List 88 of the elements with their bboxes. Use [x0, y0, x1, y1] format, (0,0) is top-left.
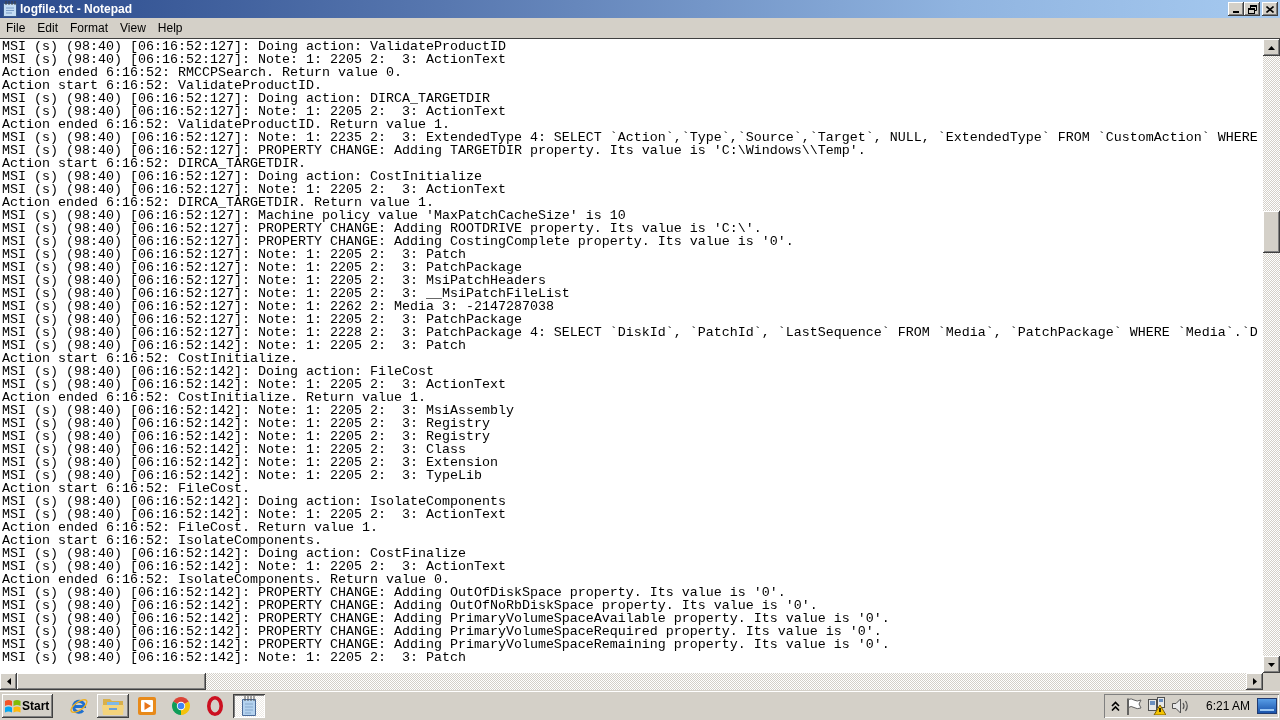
- start-button[interactable]: Start: [2, 694, 53, 718]
- left-arrow-icon: [6, 678, 11, 685]
- minimize-icon: [1233, 11, 1239, 13]
- restore-icon: [1247, 4, 1257, 14]
- text-line: MSI (s) (98:40) [06:16:52:127]: Note: 1: 2235 2: 3: ExtendedType 4: SELECT `Action`,`Type`,`Source`,`Target`, NULL, `ExtendedType` FROM `CustomAction` WHERE: [2, 131, 1258, 144]
- text-line: MSI (s) (98:40) [06:16:52:127]: Machine policy value 'MaxPatchCacheSize' is 10: [2, 209, 626, 222]
- text-line: MSI (s) (98:40) [06:16:52:142]: Note: 1: 2205 2: 3: Registry: [2, 430, 490, 443]
- text-line: MSI (s) (98:40) [06:16:52:142]: Note: 1: 2205 2: 3: Class: [2, 443, 466, 456]
- text-line: Action start 6:16:52: CostInitialize.: [2, 352, 298, 365]
- text-line: MSI (s) (98:40) [06:16:52:142]: Note: 1: 2205 2: 3: Patch: [2, 651, 466, 664]
- text-line: MSI (s) (98:40) [06:16:52:127]: Note: 1: 2205 2: 3: PatchPackage: [2, 313, 522, 326]
- down-arrow-icon: [1268, 662, 1275, 667]
- text-line: MSI (s) (98:40) [06:16:52:127]: Doing action: DIRCA_TARGETDIR: [2, 92, 490, 105]
- scrollbar-thumb[interactable]: [17, 673, 206, 690]
- text-line: MSI (s) (98:40) [06:16:52:127]: Note: 1: 2205 2: 3: MsiPatchHeaders: [2, 274, 546, 287]
- text-line: MSI (s) (98:40) [06:16:52:142]: Doing action: IsolateComponents: [2, 495, 506, 508]
- text-line: MSI (s) (98:40) [06:16:52:142]: Doing action: CostFinalize: [2, 547, 466, 560]
- text-line: MSI (s) (98:40) [06:16:52:127]: Note: 1: 2228 2: 3: PatchPackage 4: SELECT `DiskId`, `PatchId`, `LastSequence` FROM `Media`, `PatchPackage` WHERE `Media`.`D: [2, 326, 1258, 339]
- flag-icon[interactable]: [1126, 697, 1142, 715]
- text-line: MSI (s) (98:40) [06:16:52:142]: Doing action: FileCost: [2, 365, 434, 378]
- menu-item[interactable]: File: [0, 19, 32, 37]
- browser-icon: [172, 697, 190, 715]
- text-line: Action start 6:16:52: DIRCA_TARGETDIR.: [2, 157, 306, 170]
- text-line: Action start 6:16:52: FileCost.: [2, 482, 250, 495]
- text-line: Action ended 6:16:52: IsolateComponents. Return value 0.: [2, 573, 450, 586]
- desktop-icon[interactable]: [1257, 698, 1277, 714]
- text-line: MSI (s) (98:40) [06:16:52:127]: Note: 1: 2205 2: 3: PatchPackage: [2, 261, 522, 274]
- scrollbar-thumb[interactable]: [1263, 211, 1280, 253]
- notepad-icon: [2, 1, 18, 17]
- taskbar-button[interactable]: [97, 694, 129, 718]
- network-warning-icon[interactable]: [1148, 697, 1166, 715]
- text-line: MSI (s) (98:40) [06:16:52:142]: Note: 1: 2205 2: 3: Patch: [2, 339, 466, 352]
- browser-icon: [69, 696, 89, 716]
- menu-item[interactable]: Edit: [31, 19, 65, 37]
- text-line: MSI (s) (98:40) [06:16:52:127]: Note: 1: 2262 2: Media 3: -2147287038: [2, 300, 554, 313]
- text-line: Action ended 6:16:52: CostInitialize. Return value 1.: [2, 391, 426, 404]
- text-line: Action ended 6:16:52: ValidateProductID. Return value 1.: [2, 118, 450, 131]
- logo-icon: [5, 698, 21, 714]
- menu-item[interactable]: Help: [151, 19, 189, 37]
- text-line: Action ended 6:16:52: FileCost. Return value 1.: [2, 521, 378, 534]
- restore-button[interactable]: [1244, 2, 1260, 16]
- text-line: MSI (s) (98:40) [06:16:52:142]: PROPERTY CHANGE: Adding PrimaryVolumeSpaceRequired property. Its value is '0'.: [2, 625, 882, 638]
- double-chevron-icon[interactable]: [1111, 701, 1120, 711]
- text-line: Action ended 6:16:52: RMCCPSearch. Return value 0.: [2, 66, 402, 79]
- text-line: MSI (s) (98:40) [06:16:52:142]: Note: 1: 2205 2: 3: ActionText: [2, 560, 506, 573]
- text-line: MSI (s) (98:40) [06:16:52:142]: Note: 1: 2205 2: 3: Registry: [2, 417, 490, 430]
- text-line: MSI (s) (98:40) [06:16:52:127]: Note: 1: 2205 2: 3: ActionText: [2, 53, 506, 66]
- notepad-icon: [240, 696, 258, 716]
- text-line: MSI (s) (98:40) [06:16:52:142]: PROPERTY CHANGE: Adding OutOfNoRbDiskSpace property. Its value is '0'.: [2, 599, 818, 612]
- text-line: Action start 6:16:52: ValidateProductID.: [2, 79, 322, 92]
- text-line: MSI (s) (98:40) [06:16:52:127]: PROPERTY CHANGE: Adding TARGETDIR property. Its value is 'C:\Windows\\Temp'.: [2, 144, 866, 157]
- clock: 6:21 AM: [1206, 699, 1251, 713]
- window-title: logfile.txt - Notepad: [20, 2, 132, 16]
- menu-item[interactable]: View: [114, 19, 152, 37]
- text-line: MSI (s) (98:40) [06:16:52:142]: Note: 1: 2205 2: 3: ActionText: [2, 508, 506, 521]
- scroll-down-button[interactable]: [1263, 656, 1280, 673]
- text-line: Action start 6:16:52: IsolateComponents.: [2, 534, 322, 547]
- text-line: MSI (s) (98:40) [06:16:52:142]: Note: 1: 2205 2: 3: TypeLib: [2, 469, 482, 482]
- scroll-left-button[interactable]: [0, 673, 17, 690]
- text-area[interactable]: [0, 39, 1263, 673]
- text-line: MSI (s) (98:40) [06:16:52:127]: Doing action: ValidateProductID: [2, 40, 506, 53]
- text-line: Action ended 6:16:52: DIRCA_TARGETDIR. Return value 1.: [2, 196, 434, 209]
- text-line: MSI (s) (98:40) [06:16:52:127]: PROPERTY CHANGE: Adding CostingComplete property. Its value is '0'.: [2, 235, 794, 248]
- menu-item[interactable]: Format: [64, 19, 115, 37]
- text-line: MSI (s) (98:40) [06:16:52:142]: PROPERTY CHANGE: Adding PrimaryVolumeSpaceRemaining property. Its value is '0'.: [2, 638, 890, 651]
- text-line: MSI (s) (98:40) [06:16:52:127]: Note: 1: 2205 2: 3: __MsiPatchFileList: [2, 287, 570, 300]
- scroll-right-button[interactable]: [1246, 673, 1263, 690]
- text-line: MSI (s) (98:40) [06:16:52:127]: Note: 1: 2205 2: 3: Patch: [2, 248, 466, 261]
- taskbar-button[interactable]: [233, 694, 265, 718]
- text-line: MSI (s) (98:40) [06:16:52:142]: Note: 1: 2205 2: 3: ActionText: [2, 378, 506, 391]
- speaker-icon[interactable]: [1172, 698, 1190, 714]
- text-line: MSI (s) (98:40) [06:16:52:127]: PROPERTY CHANGE: Adding ROOTDRIVE property. Its value is 'C:\'.: [2, 222, 762, 235]
- text-line: MSI (s) (98:40) [06:16:52:127]: Note: 1: 2205 2: 3: ActionText: [2, 105, 506, 118]
- folder-icon: [102, 697, 124, 715]
- minimize-button[interactable]: [1228, 2, 1244, 16]
- play-icon: [138, 697, 156, 715]
- up-arrow-icon: [1268, 45, 1275, 50]
- ring-icon: [207, 696, 223, 716]
- right-arrow-icon: [1252, 678, 1257, 685]
- close-button[interactable]: [1262, 2, 1278, 16]
- scroll-up-button[interactable]: [1263, 39, 1280, 56]
- text-line: MSI (s) (98:40) [06:16:52:127]: Note: 1: 2205 2: 3: ActionText: [2, 183, 506, 196]
- text-line: MSI (s) (98:40) [06:16:52:142]: PROPERTY CHANGE: Adding PrimaryVolumeSpaceAvailable property. Its value is '0'.: [2, 612, 890, 625]
- text-line: MSI (s) (98:40) [06:16:52:127]: Doing action: CostInitialize: [2, 170, 482, 183]
- text-line: MSI (s) (98:40) [06:16:52:142]: PROPERTY CHANGE: Adding OutOfDiskSpace property. Its value is '0'.: [2, 586, 786, 599]
- close-icon: [1266, 5, 1274, 13]
- text-line: MSI (s) (98:40) [06:16:52:142]: Note: 1: 2205 2: 3: MsiAssembly: [2, 404, 514, 417]
- text-line: MSI (s) (98:40) [06:16:52:142]: Note: 1: 2205 2: 3: Extension: [2, 456, 498, 469]
